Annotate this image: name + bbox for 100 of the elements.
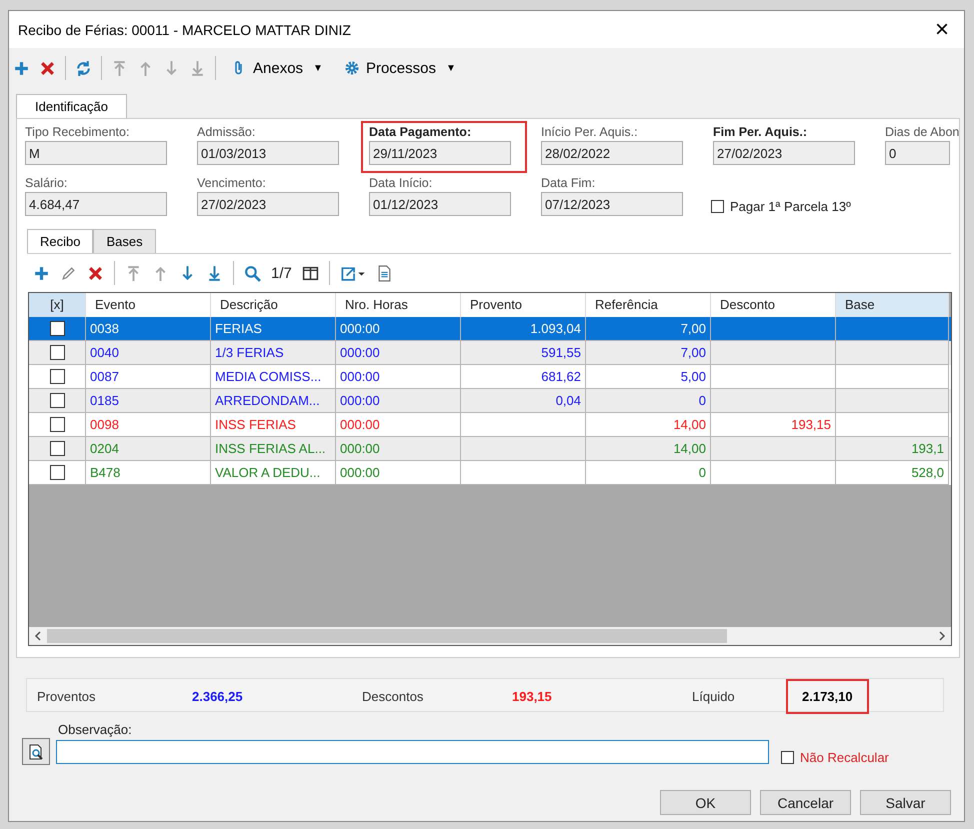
checkbox[interactable] [50,321,64,336]
input-field[interactable]: 27/02/2023 [713,141,855,165]
table-cell: 528,0 [911,465,944,480]
input-field[interactable]: 01/03/2013 [197,141,339,165]
field-label: Data Fim: [541,176,596,190]
table-cell: 591,55 [541,345,581,360]
table-cell: 0038 [90,321,119,336]
columns-icon[interactable] [302,264,319,282]
table-cell: 5,00 [680,369,706,384]
column-header[interactable]: Provento [461,293,586,317]
table-cell: B478 [90,465,120,480]
column-header[interactable]: [x] [29,293,86,317]
close-button[interactable]: × [920,12,964,48]
save-button[interactable]: Salvar [860,790,951,815]
table-cell: 0 [698,393,706,408]
table-cell: 0,04 [556,393,581,408]
table-cell: 000:00 [340,345,380,360]
table-row[interactable]: 0040 1/3 FERIAS 000:00 591,55 7,00 [29,341,951,365]
table-cell: 1.093,04 [530,321,581,336]
column-header[interactable]: Descrição [211,293,336,317]
column-header[interactable]: Desconto [711,293,836,317]
checkbox[interactable] [50,345,64,360]
table-cell: 0098 [90,417,119,432]
field-label: Data Pagamento: [369,125,472,139]
input-field[interactable]: M [25,141,167,165]
total-value: 2.366,25 [192,689,243,704]
field-label: Data Início: [369,176,434,190]
table-cell: 193,1 [911,441,944,456]
table-row[interactable]: 0087 MEDIA COMISS... 000:00 681,62 5,00 [29,365,951,389]
total-label: Descontos [362,689,424,704]
table-cell: 681,62 [541,369,581,384]
gear-icon [344,60,360,76]
checkbox[interactable] [50,441,64,456]
table-row[interactable]: B478 VALOR A DEDU... 000:00 0 528,0 [29,461,951,485]
checkbox[interactable] [50,369,64,384]
input-field[interactable]: 27/02/2023 [197,192,339,216]
table-cell: 0204 [90,441,119,456]
table-cell: 14,00 [673,441,706,456]
delete-icon[interactable] [39,60,56,76]
ok-button[interactable]: OK [660,790,751,815]
field-label: Observação: [58,722,132,737]
total-label: Proventos [37,689,97,704]
checkbox[interactable] [50,417,64,432]
cancel-button[interactable]: Cancelar [760,790,851,815]
attachments-menu[interactable]: Anexos ▼ [225,60,329,76]
table-row[interactable]: 0098 INSS FERIAS 000:00 14,00 193,15 [29,413,951,437]
checkbox-label: Pagar 1ª Parcela 13º [730,199,851,214]
table-row[interactable]: 0038 FERIAS 000:00 1.093,04 7,00 [29,317,951,341]
field-label: Início Per. Aquis.: [541,125,639,139]
table-cell: 7,00 [680,321,706,336]
checkbox[interactable]: Pagar 1ª Parcela 13º [711,199,967,214]
table-cell: 000:00 [340,393,380,408]
table-cell: 000:00 [340,321,380,336]
table-cell: INSS FERIAS AL... [215,441,326,456]
column-header[interactable]: Referência [586,293,711,317]
table-cell: 0 [698,465,706,480]
record-counter: 1/7 [271,264,292,282]
processes-menu[interactable]: Processos ▼ [338,60,462,76]
tab[interactable]: Recibo [27,229,94,253]
pencil-icon[interactable] [60,264,77,282]
table-row[interactable]: 0185 ARREDONDAM... 000:00 0,04 0 [29,389,951,413]
table-cell: 000:00 [340,465,380,480]
table-cell: INSS FERIAS [215,417,296,432]
field-label: Admissão: [197,125,256,139]
input-field[interactable]: 28/02/2022 [541,141,683,165]
refresh-icon[interactable] [75,60,92,76]
total-value: 2.173,10 [802,689,853,704]
input-field[interactable]: 29/11/2023 [369,141,511,165]
export-dropdown-icon[interactable] [340,264,366,282]
field-label: Salário: [25,176,68,190]
table-cell: MEDIA COMISS... [215,369,322,384]
input-field[interactable]: 4.684,47 [25,192,167,216]
horizontal-scrollbar[interactable] [29,627,951,645]
tab[interactable]: Identificação [16,94,127,118]
add-icon[interactable] [33,264,50,282]
add-icon[interactable] [13,60,30,76]
table-cell: 7,00 [680,345,706,360]
preview-button[interactable] [22,738,50,765]
move-last-icon[interactable] [206,264,223,282]
checkbox[interactable] [50,465,64,480]
checkbox[interactable] [50,393,64,408]
observation-field[interactable] [56,740,769,764]
total-label: Líquido [692,689,736,704]
column-header[interactable]: Base [836,293,949,317]
total-value: 193,15 [512,689,552,704]
tab[interactable]: Bases [93,229,156,253]
table-row[interactable]: 0204 INSS FERIAS AL... 000:00 14,00 193,1 [29,437,951,461]
field-label: Tipo Recebimento: [25,125,130,139]
document-icon[interactable] [376,264,393,282]
delete-icon[interactable] [87,264,104,282]
table-cell: 000:00 [340,417,380,432]
search-icon[interactable] [244,264,261,282]
input-field[interactable]: 0 [885,141,950,165]
input-field[interactable]: 07/12/2023 [541,192,683,216]
column-header[interactable]: Nro. Horas [336,293,461,317]
magnifier-document-icon [28,744,44,760]
checkbox[interactable]: Não Recalcular [781,750,889,765]
table-cell: 0040 [90,345,119,360]
column-header[interactable]: Evento [86,293,211,317]
input-field[interactable]: 01/12/2023 [369,192,511,216]
